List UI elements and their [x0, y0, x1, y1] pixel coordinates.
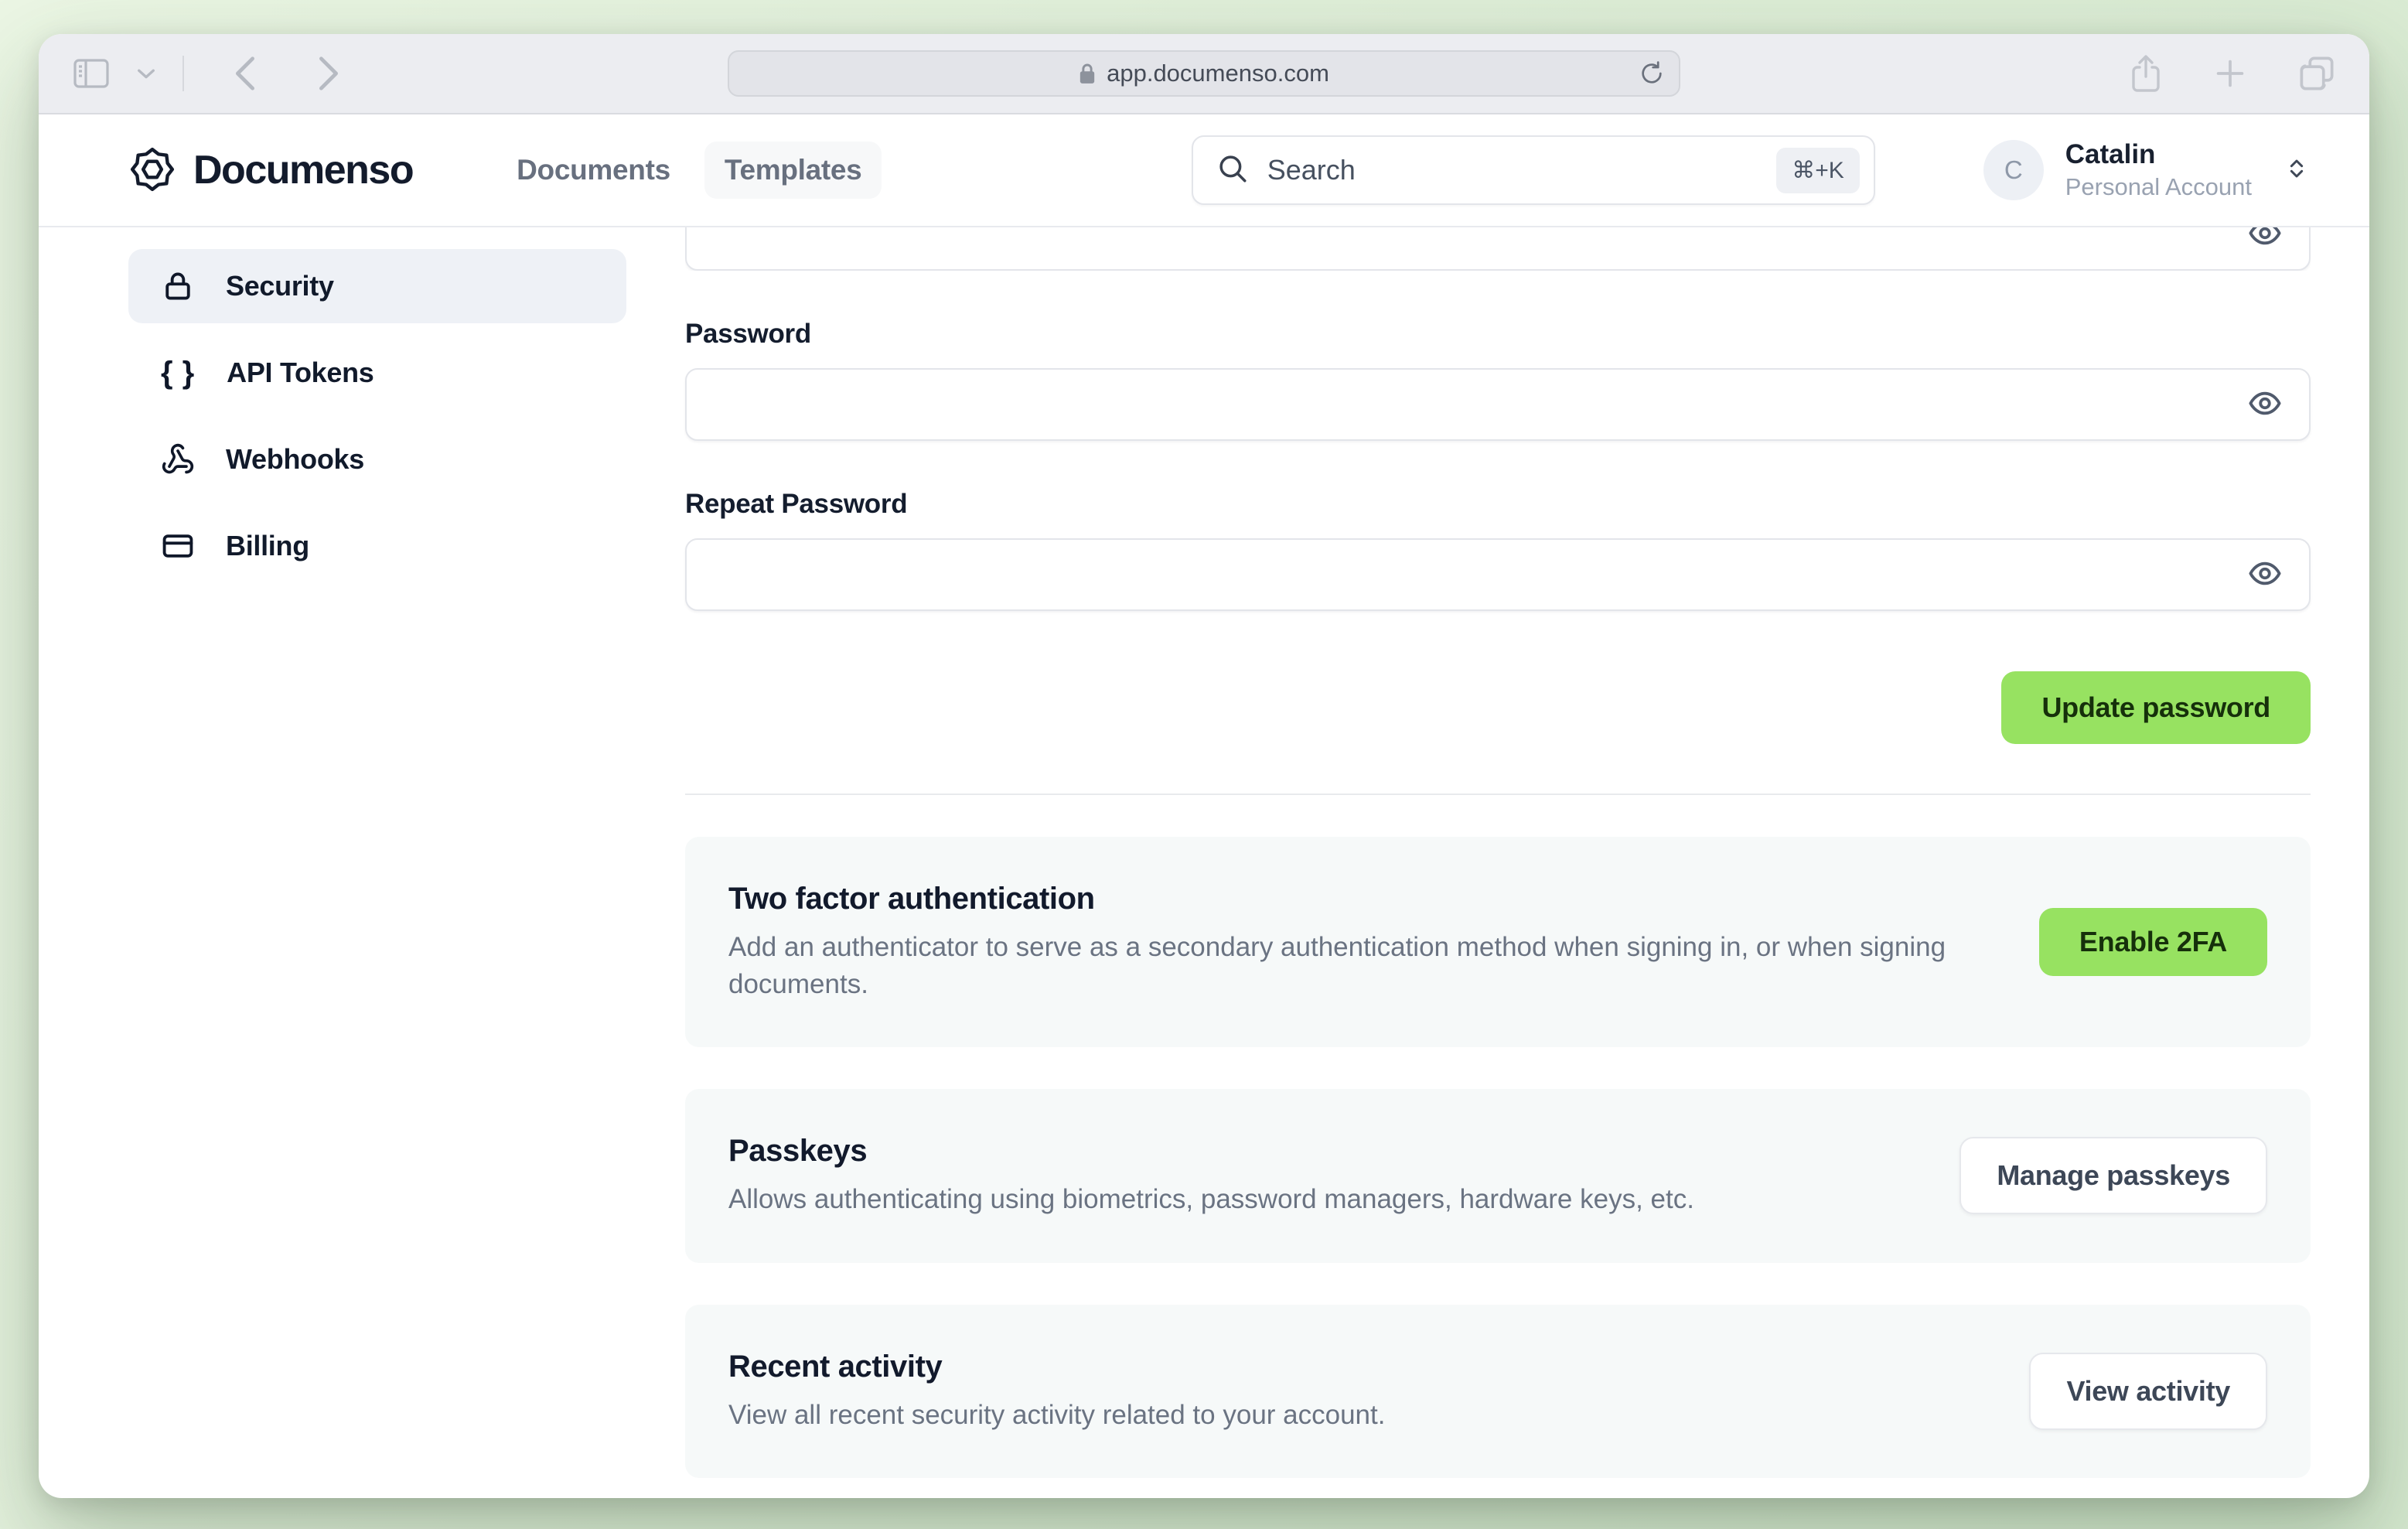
card-description: Allows authenticating using biometrics, …	[728, 1184, 1694, 1215]
sidebar-item-security[interactable]: Security	[128, 249, 626, 323]
repeat-password-label: Repeat Password	[685, 489, 908, 519]
repeat-password-field	[685, 538, 2311, 611]
settings-sidebar: Security { } API Tokens Webhooks Billing	[128, 227, 626, 596]
password-label: Password	[685, 319, 811, 349]
sidebar-item-label: API Tokens	[227, 357, 374, 388]
eye-icon	[2247, 556, 2283, 594]
card-title: Two factor authentication	[728, 882, 1095, 916]
account-menu[interactable]: C Catalin Personal Account	[1983, 138, 2309, 203]
eye-icon	[2247, 227, 2283, 254]
current-password-field-clipped	[685, 227, 2311, 271]
toolbar-divider	[182, 56, 184, 91]
password-input[interactable]	[685, 368, 2311, 441]
toolbar-right-group	[2130, 53, 2335, 94]
search-shortcut-badge: ⌘+K	[1776, 147, 1860, 193]
app-header: Documenso Documents Templates Search ⌘+K…	[39, 114, 2369, 227]
credit-card-icon	[161, 529, 195, 563]
back-button[interactable]	[234, 55, 257, 92]
card-description: Add an authenticator to serve as a secon…	[728, 932, 1946, 999]
share-button[interactable]	[2130, 53, 2162, 94]
app-body: Security { } API Tokens Webhooks Billing…	[39, 227, 2369, 1498]
eye-icon	[2247, 386, 2283, 424]
password-field	[685, 368, 2311, 441]
sidebar-toggle-button[interactable]	[73, 58, 110, 89]
nav-templates[interactable]: Templates	[704, 142, 882, 199]
password-form-actions: Update password	[685, 671, 2311, 744]
browser-toolbar: app.documenso.com	[39, 34, 2369, 114]
desktop-background: app.documenso.com Documenso Documents Te…	[0, 0, 2408, 1529]
section-divider	[685, 794, 2311, 795]
update-password-button[interactable]: Update password	[2001, 671, 2311, 744]
primary-nav: Documents Templates	[496, 142, 882, 199]
account-type: Personal Account	[2065, 172, 2252, 200]
card-title: Recent activity	[728, 1349, 943, 1384]
toggle-password-visibility-button[interactable]	[2243, 227, 2287, 258]
sidebar-item-api-tokens[interactable]: { } API Tokens	[128, 336, 626, 410]
new-tab-button[interactable]	[2213, 56, 2247, 90]
account-labels: Catalin Personal Account	[2065, 138, 2252, 203]
view-activity-button[interactable]: View activity	[2029, 1353, 2267, 1431]
padlock-icon	[1079, 62, 1096, 85]
sidebar-item-billing[interactable]: Billing	[128, 509, 626, 583]
url-text: app.documenso.com	[1107, 60, 1329, 87]
sidebar-item-webhooks[interactable]: Webhooks	[128, 422, 626, 497]
repeat-password-input[interactable]	[685, 538, 2311, 611]
sidebar-item-label: Webhooks	[226, 443, 364, 475]
search-bar[interactable]: Search ⌘+K	[1191, 135, 1875, 205]
browser-window: app.documenso.com Documenso Documents Te…	[39, 34, 2369, 1498]
brand-name: Documenso	[193, 148, 414, 193]
card-text: Two factor authentication Add an authent…	[728, 882, 1996, 1002]
brand: Documenso	[128, 145, 414, 196]
braces-icon: { }	[161, 355, 196, 390]
toggle-password-visibility-button[interactable]	[2243, 551, 2287, 599]
recent-activity-card: Recent activity View all recent security…	[685, 1304, 2311, 1479]
brand-home-link[interactable]: Documenso	[128, 145, 414, 196]
chevrons-up-down-icon	[2284, 152, 2309, 188]
toolbar-chevron-down-icon[interactable]	[136, 67, 156, 80]
url-bar[interactable]: app.documenso.com	[728, 50, 1680, 97]
lock-icon	[161, 269, 195, 303]
refresh-button[interactable]	[1639, 59, 1665, 88]
current-password-input[interactable]	[685, 227, 2311, 271]
passkeys-card: Passkeys Allows authenticating using bio…	[685, 1089, 2311, 1263]
documenso-logo-icon	[128, 145, 176, 196]
toggle-password-visibility-button[interactable]	[2243, 381, 2287, 428]
toolbar-left-group	[73, 55, 340, 92]
nav-documents[interactable]: Documents	[496, 142, 691, 199]
card-text: Passkeys Allows authenticating using bio…	[728, 1134, 1916, 1218]
card-description: View all recent security activity relate…	[728, 1399, 1386, 1430]
account-name: Catalin	[2065, 138, 2156, 169]
manage-passkeys-button[interactable]: Manage passkeys	[1959, 1137, 2267, 1215]
enable-2fa-button[interactable]: Enable 2FA	[2038, 908, 2267, 977]
sidebar-item-label: Security	[226, 270, 334, 302]
sidebar-panel-icon	[73, 58, 110, 89]
sidebar-item-label: Billing	[226, 530, 309, 561]
avatar: C	[1983, 139, 2044, 200]
card-text: Recent activity View all recent security…	[728, 1350, 1986, 1434]
two-factor-authentication-card: Two factor authentication Add an authent…	[685, 837, 2311, 1048]
security-settings-panel: Password Repeat Password Update password…	[685, 227, 2311, 1498]
search-placeholder: Search	[1267, 154, 1356, 186]
forward-button[interactable]	[317, 55, 340, 92]
card-title: Passkeys	[728, 1134, 868, 1169]
tab-overview-button[interactable]	[2298, 55, 2335, 92]
search-icon	[1216, 152, 1249, 189]
webhook-icon	[161, 442, 195, 476]
